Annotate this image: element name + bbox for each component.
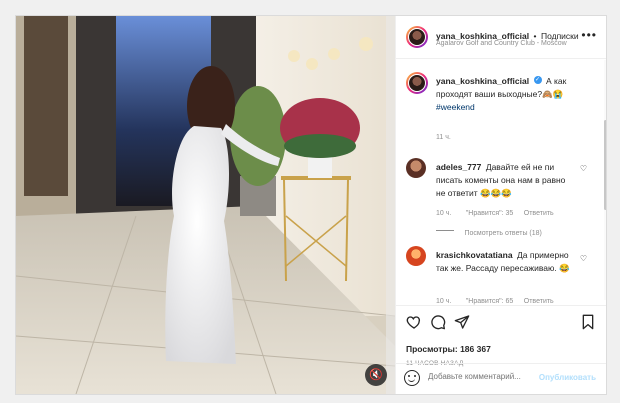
like-heart-icon[interactable] xyxy=(406,314,422,330)
comment-input[interactable] xyxy=(428,372,540,381)
more-horizontal-icon[interactable]: ••• xyxy=(581,28,597,42)
avatar[interactable] xyxy=(406,26,428,48)
comment-reply-button[interactable]: Ответить xyxy=(524,210,554,217)
comment-username[interactable]: krasichkovatatiana xyxy=(436,250,513,260)
comment-time[interactable]: 10 ч. xyxy=(436,298,451,305)
comment-item: adeles_777 Давайте ей не пи писать комен… xyxy=(396,154,601,237)
comment-username[interactable]: adeles_777 xyxy=(436,162,481,172)
comment-item: krasichkovatatiana Да примерно так же. Р… xyxy=(396,242,601,305)
add-comment-bar: Опубликовать xyxy=(396,363,606,394)
publish-button[interactable]: Опубликовать xyxy=(539,373,596,382)
verified-badge-icon: ✓ xyxy=(533,75,542,84)
post-header: yana_koshkina_official • Подписки Agalar… xyxy=(396,16,606,59)
caption-time[interactable]: 11 ч. xyxy=(436,134,451,141)
post-sidebar: yana_koshkina_official • Подписки Agalar… xyxy=(395,16,606,394)
caption: yana_koshkina_official ✓ А как проходят … xyxy=(396,58,601,148)
smiley-icon[interactable] xyxy=(404,370,420,386)
comment-reply-button[interactable]: Ответить xyxy=(524,298,554,305)
comment-like-heart-icon[interactable]: ♡ xyxy=(580,254,587,263)
caption-username[interactable]: yana_koshkina_official xyxy=(436,76,529,86)
post-video[interactable]: 🔇 xyxy=(16,16,395,394)
comment-likes[interactable]: "Нравится": 65 xyxy=(466,298,514,305)
comment-likes[interactable]: "Нравится": 35 xyxy=(466,210,514,217)
speaker-muted-icon[interactable]: 🔇 xyxy=(365,364,387,386)
video-frame-illustration xyxy=(16,16,395,394)
avatar[interactable] xyxy=(406,158,426,178)
location-link[interactable]: Agalarov Golf and Country Club - Moscow xyxy=(436,40,567,47)
comment-bubble-icon[interactable] xyxy=(430,314,446,330)
view-replies-button[interactable]: Посмотреть ответы (18) xyxy=(464,230,541,237)
views-count[interactable]: Просмотры: 186 367 xyxy=(406,344,491,354)
comments-scrollbar[interactable] xyxy=(604,60,606,300)
comment-time[interactable]: 10 ч. xyxy=(436,210,451,217)
comment-like-heart-icon[interactable]: ♡ xyxy=(580,164,587,173)
avatar[interactable] xyxy=(406,72,428,94)
share-paper-plane-icon[interactable] xyxy=(454,314,470,330)
divider-line xyxy=(436,230,454,232)
scroll-thumb[interactable] xyxy=(604,120,606,210)
bookmark-icon[interactable] xyxy=(580,314,596,330)
avatar[interactable] xyxy=(406,246,426,266)
hashtag-link[interactable]: #weekend xyxy=(436,102,475,112)
instagram-post-modal: 🔇 yana_koshkina_official • Подписки Agal… xyxy=(15,15,607,395)
